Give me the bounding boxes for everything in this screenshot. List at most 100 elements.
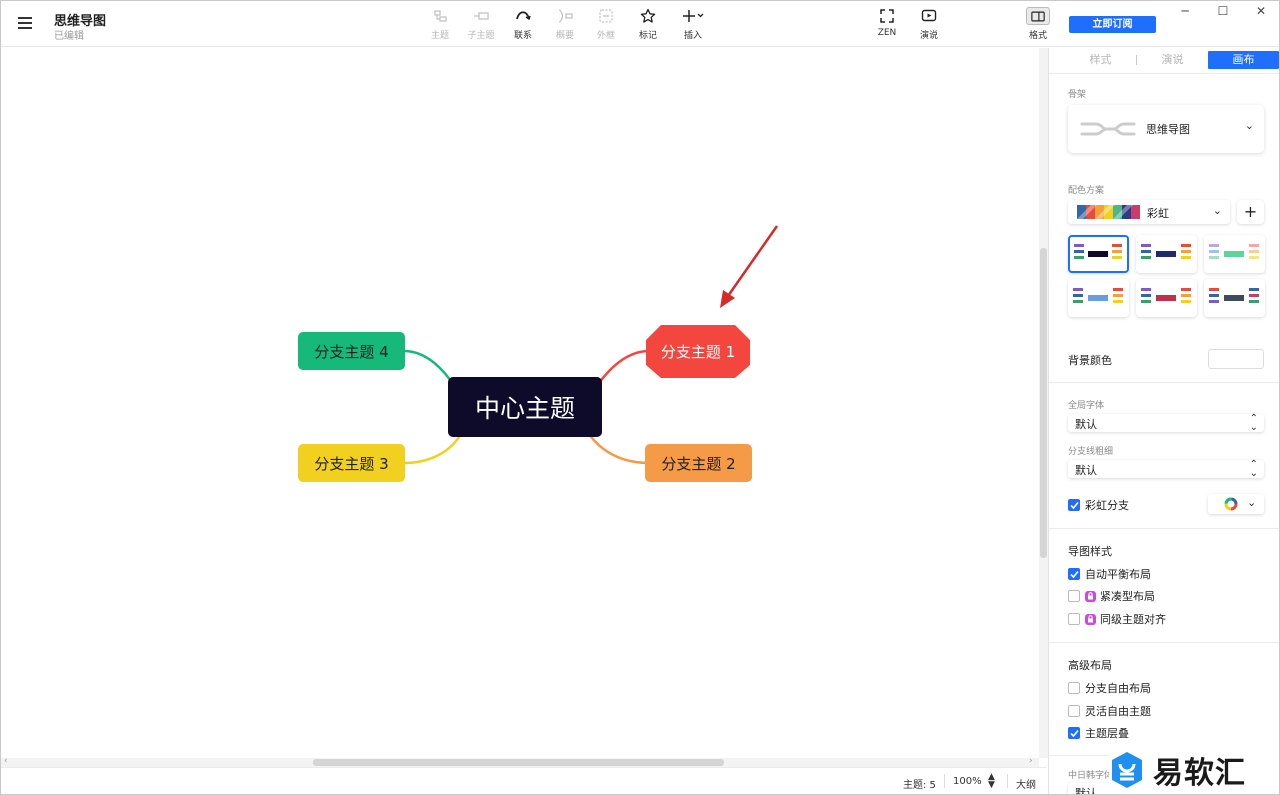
mindmap-canvas[interactable]: 中心主题 分支主题 1 分支主题 2 分支主题 3 分支主题 4	[1, 48, 1039, 758]
divider	[1049, 528, 1279, 529]
tab-canvas[interactable]: 画布	[1208, 51, 1279, 69]
status-divider	[1007, 774, 1008, 788]
app-window: 思维导图 已编辑 主题 子主题 联系 概要 外框 标记 插入 ZEN 演说 格式…	[0, 0, 1280, 795]
color-scheme-value: 彩虹	[1147, 207, 1169, 220]
rainbow-branch-checkbox[interactable]	[1068, 499, 1080, 511]
add-topic-button[interactable]: 主题	[423, 8, 457, 42]
skeleton-dropdown[interactable]: 思维导图 ⌄	[1068, 105, 1264, 153]
rainbow-branch-toggle[interactable]: 彩虹分支	[1068, 498, 1129, 512]
theme-thumbnail[interactable]	[1068, 279, 1129, 317]
document-status: 已编辑	[54, 31, 84, 42]
flexible-topic-option[interactable]: 灵活自由主题	[1068, 704, 1151, 718]
branch-topic-1-label: 分支主题 1	[660, 343, 736, 361]
connector-branch-3	[403, 433, 463, 465]
rainbow-color-picker[interactable]: ⌄	[1208, 494, 1264, 514]
branch-width-label: 分支线粗细	[1068, 447, 1114, 457]
zoom-level[interactable]: 100%	[953, 776, 982, 787]
scroll-right-icon[interactable]: ›	[1029, 756, 1033, 766]
free-branch-checkbox[interactable]	[1068, 682, 1080, 694]
outline-button[interactable]: 大纲	[1016, 776, 1036, 791]
global-font-select[interactable]: 默认 ⌃ ⌄	[1068, 414, 1264, 433]
auto-balance-checkbox[interactable]	[1068, 568, 1080, 580]
map-style-heading: 导图样式	[1068, 545, 1112, 558]
relation-label: 联系	[513, 31, 532, 41]
vertical-scrollbar[interactable]	[1039, 48, 1048, 758]
annotation-arrow-head	[720, 290, 735, 308]
compact-layout-label: 紧凑型布局	[1100, 590, 1155, 603]
mindmap-skeleton-icon	[1080, 122, 1136, 136]
branch-topic-3[interactable]: 分支主题 3	[298, 444, 405, 482]
central-topic-label: 中心主题	[474, 394, 575, 423]
zoom-stepper-icon[interactable]: ▲ ▼	[988, 773, 995, 790]
menu-icon[interactable]	[18, 17, 32, 29]
branch-topic-3-label: 分支主题 3	[314, 454, 389, 473]
flexible-topic-checkbox[interactable]	[1068, 705, 1080, 717]
compact-layout-option[interactable]: 紧凑型布局	[1068, 589, 1155, 603]
free-branch-label: 分支自由布局	[1085, 682, 1151, 695]
horizontal-scroll-thumb[interactable]	[313, 759, 724, 766]
relation-button[interactable]: 联系	[506, 8, 540, 42]
topic-overlap-checkbox[interactable]	[1068, 727, 1080, 739]
branch-topic-1[interactable]: 分支主题 1	[646, 325, 750, 378]
branch-width-value: 默认	[1075, 464, 1097, 477]
theme-thumbnail[interactable]	[1068, 235, 1129, 273]
scroll-left-icon[interactable]: ‹	[4, 756, 8, 766]
present-label: 演说	[919, 31, 938, 41]
insert-button[interactable]: 插入	[674, 8, 712, 42]
theme-thumbnail[interactable]	[1136, 235, 1197, 273]
theme-thumbnail[interactable]	[1204, 235, 1265, 273]
skeleton-value: 思维导图	[1146, 123, 1190, 136]
divider	[1049, 73, 1279, 74]
global-font-label: 全局字体	[1068, 401, 1105, 411]
marker-button[interactable]: 标记	[631, 8, 665, 42]
summary-button[interactable]: 概要	[548, 8, 582, 42]
annotation-arrow-shaft	[726, 225, 779, 297]
boundary-icon	[599, 9, 613, 23]
align-sibling-checkbox[interactable]	[1068, 613, 1080, 625]
central-topic[interactable]: 中心主题	[448, 377, 602, 437]
format-panel-toggle[interactable]: 格式	[1023, 7, 1053, 41]
chevron-down-icon: ⌄	[1212, 204, 1222, 217]
star-icon	[640, 8, 656, 23]
topic-overlap-option[interactable]: 主题层叠	[1068, 726, 1129, 740]
close-button[interactable]: ✕	[1251, 4, 1271, 20]
branch-topic-2-label: 分支主题 2	[661, 454, 736, 473]
align-sibling-option[interactable]: 同级主题对齐	[1068, 612, 1166, 626]
compact-layout-checkbox[interactable]	[1068, 590, 1080, 602]
fullscreen-icon	[880, 9, 894, 23]
boundary-button[interactable]: 外框	[589, 8, 623, 42]
subtopic-label: 子主题	[467, 31, 495, 41]
status-bar: 主题: 5 100% ▲ ▼ 大纲	[1, 767, 1047, 794]
horizontal-scrollbar[interactable]: ‹ ›	[1, 756, 1039, 767]
maximize-button[interactable]: ☐	[1213, 4, 1233, 20]
branch-topic-4-label: 分支主题 4	[314, 342, 389, 361]
auto-balance-label: 自动平衡布局	[1085, 568, 1151, 581]
global-font-value: 默认	[1075, 418, 1097, 431]
tab-present[interactable]: 演说	[1137, 51, 1208, 69]
branch-width-select[interactable]: 默认 ⌃ ⌄	[1068, 459, 1264, 479]
topic-count: 主题: 5	[903, 780, 936, 791]
present-button[interactable]: 演说	[912, 8, 946, 42]
bg-color-label: 背景颜色	[1068, 354, 1112, 367]
free-branch-option[interactable]: 分支自由布局	[1068, 681, 1151, 695]
vertical-scroll-thumb[interactable]	[1040, 248, 1047, 558]
theme-thumbnail[interactable]	[1136, 279, 1197, 317]
minimize-button[interactable]: ─	[1175, 4, 1195, 20]
connector-branch-2	[587, 433, 650, 465]
tab-style[interactable]: 样式	[1065, 51, 1136, 69]
add-color-scheme-button[interactable]: +	[1237, 200, 1264, 224]
auto-balance-option[interactable]: 自动平衡布局	[1068, 567, 1151, 581]
bg-color-swatch[interactable]	[1208, 349, 1264, 369]
theme-thumbnail[interactable]	[1204, 279, 1265, 317]
status-divider	[944, 774, 945, 788]
subscribe-button[interactable]: 立即订阅	[1069, 16, 1156, 33]
insert-label: 插入	[683, 31, 702, 41]
zen-button[interactable]: ZEN	[870, 8, 904, 42]
branch-topic-4[interactable]: 分支主题 4	[298, 332, 405, 370]
add-subtopic-button[interactable]: 子主题	[464, 8, 498, 42]
color-scheme-dropdown[interactable]: 彩虹 ⌄	[1068, 200, 1230, 224]
updown-icon: ⌃ ⌄	[1249, 459, 1258, 479]
divider	[1049, 382, 1279, 383]
align-sibling-label: 同级主题对齐	[1100, 613, 1166, 626]
branch-topic-2[interactable]: 分支主题 2	[645, 444, 752, 482]
